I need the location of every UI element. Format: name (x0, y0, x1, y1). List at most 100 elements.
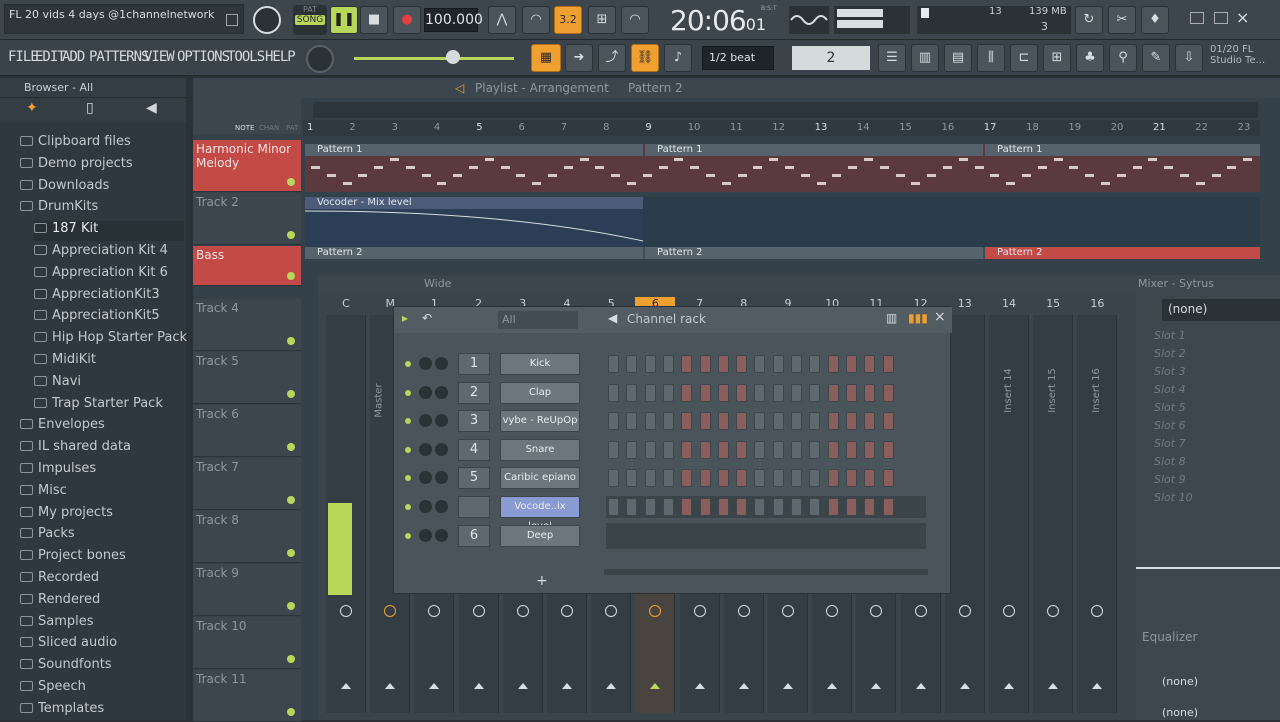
pan-knob-icon[interactable] (914, 605, 927, 617)
ruler-bar-number[interactable]: 6 (519, 122, 525, 133)
menu-file[interactable]: FILE (8, 49, 39, 65)
channel-volume-knob[interactable] (435, 500, 448, 513)
pause-button[interactable]: ❚❚ (330, 6, 358, 34)
channel-name-button[interactable]: Vocode..ix level (500, 496, 580, 532)
step-button[interactable] (608, 469, 619, 488)
track-header[interactable]: Track 4 (193, 299, 301, 351)
browser-item[interactable]: My projects (20, 505, 113, 525)
step-button[interactable] (864, 355, 876, 373)
ruler-bar-number[interactable]: 3 (392, 122, 398, 133)
track-header[interactable]: Track 6 (193, 405, 301, 457)
step-button[interactable] (681, 440, 693, 459)
routing-icon[interactable]: ⊏ (1010, 44, 1038, 72)
step-button[interactable] (827, 412, 839, 431)
pan-knob-icon[interactable] (737, 605, 750, 617)
speaker-icon[interactable]: ◀ (146, 100, 157, 116)
browser-item[interactable]: MidiKit (34, 352, 96, 372)
menu-help[interactable]: HELP (265, 49, 296, 65)
mixer-track-number[interactable]: 14 (989, 297, 1029, 310)
tab-note[interactable]: NOTE (235, 124, 254, 132)
pat-song-toggle[interactable]: PAT SONG (293, 5, 327, 35)
step-button[interactable] (845, 469, 857, 488)
step-button[interactable] (791, 469, 802, 488)
melody-clip[interactable]: Pattern 1 (985, 144, 1260, 156)
channel-mixer-number[interactable]: 4 (458, 438, 490, 461)
step-button[interactable] (772, 412, 784, 431)
step-button[interactable] (736, 440, 748, 459)
playlist-icon[interactable]: ☰ (878, 44, 906, 72)
channel-mixer-number[interactable]: 3 (458, 410, 490, 433)
effect-slot[interactable]: Slot 9 (1154, 473, 1186, 486)
track-mute-led[interactable] (287, 443, 295, 451)
rack-scrollbar[interactable] (604, 569, 928, 575)
pan-knob-icon[interactable] (958, 605, 971, 617)
step-button[interactable] (608, 498, 619, 516)
channel-name-button[interactable]: vybe - ReUpOp (500, 410, 580, 433)
effect-slot[interactable]: Slot 3 (1154, 365, 1186, 378)
effect-slot[interactable]: Slot 5 (1154, 401, 1186, 414)
channel-led[interactable] (405, 504, 411, 510)
step-button[interactable] (681, 469, 693, 488)
mixer-track-number[interactable]: 15 (1033, 297, 1073, 310)
step-button[interactable] (662, 498, 674, 516)
browser-item[interactable]: Trap Starter Pack (34, 396, 163, 416)
step-button[interactable] (699, 440, 711, 459)
ruler-bar-number[interactable]: 14 (857, 122, 870, 133)
step-button[interactable] (827, 498, 839, 516)
channel-row[interactable]: 3 vybe - ReUpOp (394, 410, 952, 436)
channel-volume-knob[interactable] (435, 385, 448, 399)
metronome-icon-2[interactable]: ♪ (664, 44, 692, 72)
channel-mixer-number[interactable]: 2 (458, 381, 490, 404)
step-button[interactable] (882, 498, 894, 516)
route-arrow-icon[interactable] (915, 683, 926, 689)
menu-patterns[interactable]: PATTERNS (89, 49, 149, 65)
channel-row[interactable]: 5 Caribic epiano (394, 467, 952, 493)
insert-preset-select[interactable]: (none) (1162, 299, 1280, 321)
step-button[interactable] (809, 355, 821, 373)
step-button[interactable] (608, 383, 619, 402)
track-mute-led[interactable] (287, 337, 295, 345)
step-button[interactable] (699, 412, 711, 431)
step-button[interactable] (681, 383, 693, 402)
track-mute-led[interactable] (287, 602, 295, 610)
browser-item[interactable]: AppreciationKit3 (34, 287, 160, 307)
route-arrow-icon[interactable] (473, 683, 484, 689)
step-button[interactable] (864, 498, 876, 516)
minimize-icon[interactable] (1190, 12, 1204, 24)
channel-name-button[interactable]: Snare (500, 438, 580, 461)
effect-slot[interactable]: Slot 10 (1154, 491, 1193, 504)
track-header[interactable]: Track 5 (193, 352, 301, 404)
channel-led[interactable] (405, 418, 411, 425)
browser-item[interactable]: IL shared data (20, 439, 131, 459)
step-button[interactable] (681, 355, 693, 373)
browser-item[interactable]: Appreciation Kit 6 (34, 265, 168, 285)
master-volume-knob[interactable] (253, 6, 281, 34)
instrument-icon[interactable]: ⚲ (1109, 44, 1137, 72)
track-header[interactable]: Harmonic Minor Melody (193, 140, 301, 192)
add-channel-button[interactable]: + (536, 573, 548, 589)
step-button[interactable] (626, 355, 638, 373)
step-button[interactable] (791, 355, 802, 373)
step-button[interactable] (882, 355, 894, 373)
route-arrow-icon[interactable] (959, 683, 970, 689)
step-button[interactable] (608, 355, 619, 373)
step-button[interactable] (717, 383, 729, 402)
step-button[interactable] (717, 498, 729, 516)
step-button[interactable] (717, 355, 729, 373)
mixer-icon[interactable]: ⫼ (977, 44, 1005, 72)
route-arrow-icon[interactable] (1004, 683, 1014, 689)
step-button[interactable] (754, 383, 766, 402)
cut-icon[interactable]: ✂ (1108, 6, 1136, 34)
effect-slot[interactable]: Slot 7 (1154, 437, 1186, 450)
route-arrow-icon[interactable] (827, 683, 838, 689)
route-arrow-icon[interactable] (738, 683, 749, 689)
step-button[interactable] (845, 440, 857, 459)
step-button[interactable] (864, 469, 876, 488)
step-button[interactable] (662, 383, 674, 402)
browser-item[interactable]: Clipboard files (20, 134, 131, 154)
piano-roll-icon[interactable]: ▥ (911, 44, 939, 72)
step-button[interactable] (791, 440, 802, 459)
step-button[interactable] (626, 412, 638, 431)
step-button[interactable] (772, 355, 784, 373)
browser-item[interactable]: Recorded (20, 570, 99, 590)
